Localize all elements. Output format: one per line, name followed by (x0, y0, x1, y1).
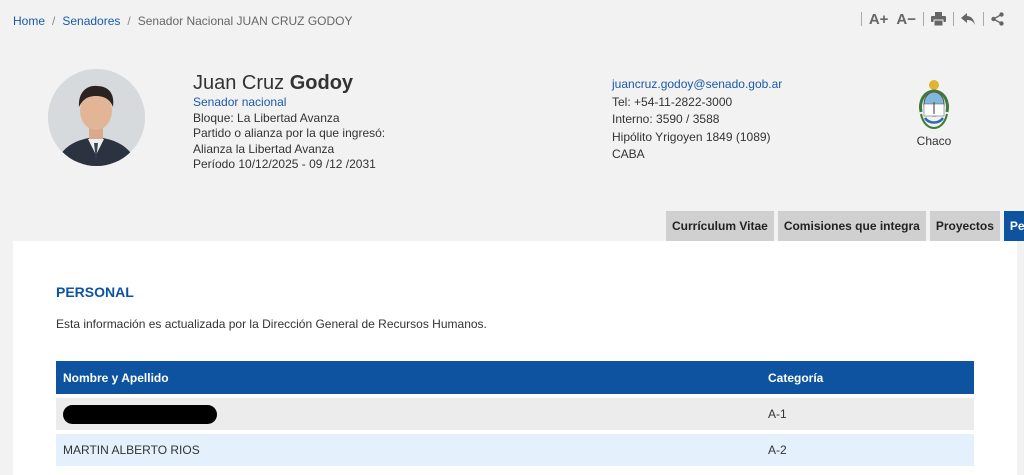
breadcrumb-current: Senador Nacional JUAN CRUZ GODOY (137, 14, 353, 28)
senator-address: Hipólito Yrigoyen 1849 (1089) (612, 129, 771, 144)
row-name (56, 404, 761, 424)
senator-phone: Tel: +54-11-2822-3000 (612, 94, 733, 109)
tab-personal[interactable]: Personal (1003, 211, 1024, 241)
senator-info: Juan Cruz Godoy Senador nacional Bloque:… (193, 72, 385, 173)
senator-last-name: Godoy (289, 72, 354, 94)
province-block: Chaco (912, 78, 956, 148)
font-increase-icon[interactable]: A+ (869, 11, 889, 28)
top-bar: Home / Senadores / Senador Nacional JUAN CRU… (0, 0, 1024, 42)
breadcrumb-senadores-link[interactable]: Senadores (62, 14, 120, 28)
page-tools: A+ A− (854, 9, 1004, 29)
section-description: Esta información es actualizada por la D… (56, 317, 487, 331)
personal-panel: PERSONAL Esta información es actualizada… (13, 241, 1017, 475)
table-row: A-1 (56, 398, 974, 430)
senator-email-link[interactable]: juancruz.godoy@senado.gob.ar (612, 77, 782, 91)
senator-city: CABA (612, 147, 645, 162)
senator-partido-label: Partido o alianza por la que ingresó: (193, 126, 386, 141)
print-icon[interactable] (931, 12, 946, 26)
breadcrumb: Home / Senadores / Senador Nacional JUAN CRU… (13, 14, 352, 28)
share-icon[interactable] (991, 12, 1004, 26)
section-title: PERSONAL (56, 284, 134, 300)
personal-table: Nombre y Apellido Categoría A-1 MARTIN A… (56, 361, 974, 466)
table-row: MARTIN ALBERTO RIOS A-2 (56, 434, 974, 466)
senator-partido: Alianza la Libertad Avanza (193, 141, 335, 156)
toolbar-divider (860, 12, 862, 26)
tab-curriculum-vitae[interactable]: Currículum Vitae (666, 211, 774, 241)
header-name: Nombre y Apellido (63, 370, 169, 385)
breadcrumb-separator: / (52, 14, 56, 28)
senator-periodo: Período 10/12/2025 - 09 /12 /2031 (193, 157, 376, 172)
back-icon[interactable] (961, 12, 976, 26)
senator-photo (48, 69, 145, 166)
senator-role: Senador nacional (193, 95, 287, 109)
redacted-name (63, 404, 217, 424)
province-coat-of-arms-icon (919, 80, 949, 130)
row-name: MARTIN ALBERTO RIOS (63, 443, 200, 457)
profile-tabs: Currículum Vitae Comisiones que integra … (666, 211, 1024, 241)
tab-comisiones[interactable]: Comisiones que integra (777, 211, 926, 241)
row-category: A-2 (768, 443, 787, 457)
senator-bloque: Bloque: La Libertad Avanza (193, 110, 340, 125)
tab-proyectos[interactable]: Proyectos (929, 211, 1000, 241)
font-decrease-icon[interactable]: A− (896, 11, 916, 28)
breadcrumb-separator: / (127, 14, 131, 28)
table-header: Nombre y Apellido Categoría (56, 361, 974, 394)
breadcrumb-home-link[interactable]: Home (13, 14, 45, 28)
toolbar-divider (923, 12, 924, 26)
senator-interno: Interno: 3590 / 3588 (612, 112, 720, 127)
province-name: Chaco (916, 134, 952, 148)
senator-name: Juan Cruz Godoy (193, 72, 385, 94)
toolbar-divider (983, 12, 984, 26)
senator-contact: juancruz.godoy@senado.gob.ar Tel: +54-11… (612, 76, 782, 164)
senator-first-name: Juan Cruz (193, 72, 285, 94)
toolbar-divider (953, 12, 954, 26)
header-category: Categoría (768, 370, 824, 385)
row-category: A-1 (768, 407, 787, 421)
